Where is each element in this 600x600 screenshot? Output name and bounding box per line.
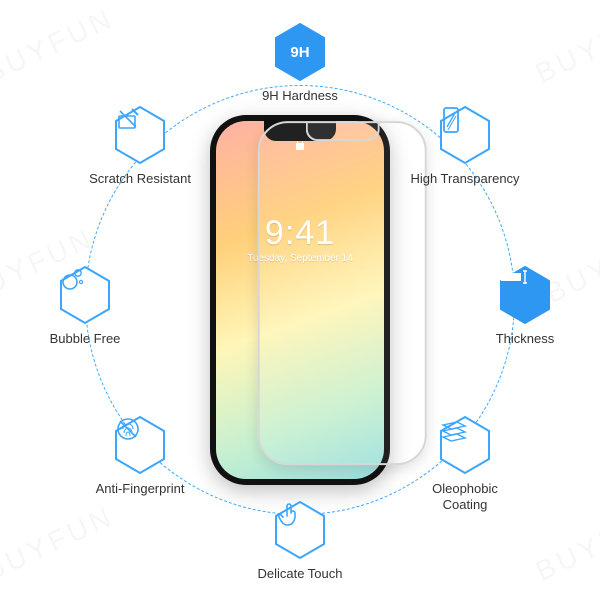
feature-label: Scratch Resistant	[89, 171, 191, 187]
feature-label: Anti-Fingerprint	[96, 481, 185, 497]
delicate-touch-icon	[274, 500, 326, 560]
feature-label: High Transparency	[410, 171, 519, 187]
feature-fingerprint: Anti-Fingerprint	[85, 415, 195, 497]
screen-protector-overlay	[258, 121, 427, 465]
feature-thickness: Thickness	[470, 265, 580, 347]
feature-label: Oleophobic Coating	[410, 481, 520, 512]
scratch-resistant-icon	[114, 105, 166, 165]
protector-notch	[305, 121, 379, 141]
feature-scratch: Scratch Resistant	[85, 105, 195, 187]
watermark-text: BUYFUN	[531, 500, 600, 588]
bubble-free-icon	[59, 265, 111, 325]
hardness-9h-icon: 9H	[274, 22, 326, 82]
feature-hardness: 9H 9H Hardness	[245, 22, 355, 104]
watermark-text: BUYFUN	[531, 2, 600, 90]
oleophobic-coating-icon	[439, 415, 491, 475]
feature-transparency: High Transparency	[410, 105, 520, 187]
watermark-text: BUYFUN	[0, 500, 119, 588]
feature-touch: Delicate Touch	[245, 500, 355, 582]
transparency-icon	[439, 105, 491, 165]
watermark-text: BUYFUN	[0, 2, 119, 90]
feature-label: Delicate Touch	[257, 566, 342, 582]
feature-bubble: Bubble Free	[30, 265, 140, 347]
feature-label: Bubble Free	[50, 331, 121, 347]
thickness-icon	[499, 265, 551, 325]
anti-fingerprint-icon	[114, 415, 166, 475]
feature-label: Thickness	[496, 331, 555, 347]
feature-oleophobic: Oleophobic Coating	[410, 415, 520, 512]
feature-label: 9H Hardness	[262, 88, 338, 104]
